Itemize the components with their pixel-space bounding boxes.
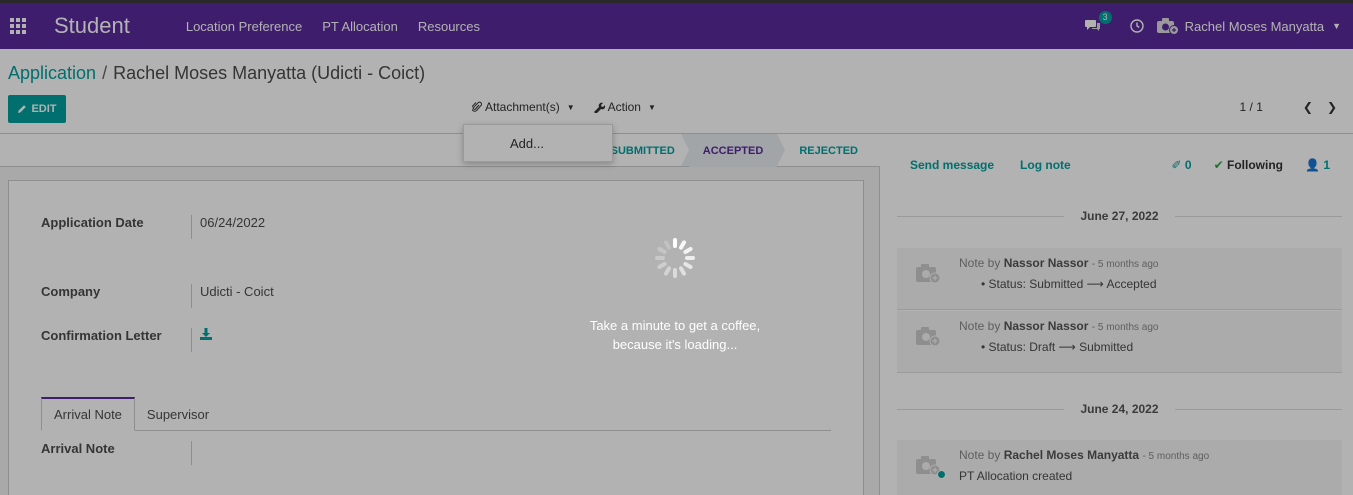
spinner-icon bbox=[655, 238, 695, 278]
loading-indicator: Take a minute to get a coffee, because i… bbox=[560, 236, 790, 354]
loading-text-line2: because it's loading... bbox=[612, 337, 738, 352]
loading-text-line1: Take a minute to get a coffee, bbox=[589, 318, 761, 333]
